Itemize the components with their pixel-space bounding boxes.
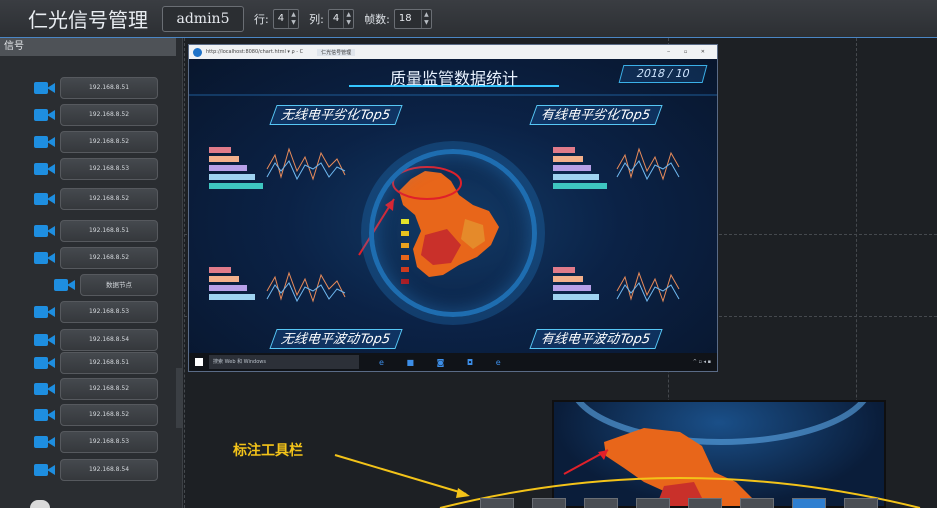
rows-label: 行: [254,12,269,26]
signal-item-label: 192.168.8.51 [60,77,158,99]
camera-icon [34,462,56,478]
logo-icon [30,500,50,508]
cols-label: 列: [309,12,324,26]
signal-item[interactable]: 数据节点 [54,274,158,296]
toolbar-button[interactable] [480,498,514,508]
section-title-top-right: 有线电平劣化Top5 [529,105,663,125]
signal-window-map-zoom[interactable] [552,400,886,508]
camera-icon [34,304,56,320]
camera-icon [34,381,56,397]
annotation-toolbar-label: 标注工具栏 [233,443,303,459]
grid-line [184,38,185,508]
app-title: 仁光信号管理 [28,8,148,32]
windows-start-icon [195,358,203,366]
app-header: 仁光信号管理 admin5 行: 4 ▲ ▼ 列: 4 ▲ ▼ 帧数: 18 ▲ ▼ [0,0,937,38]
signal-item[interactable]: 192.168.8.51 [34,352,158,374]
signal-item[interactable]: 192.168.8.54 [34,459,158,481]
signal-window-dashboard[interactable]: http://localhost:8080/chart.html ▾ ρ - C… [188,44,718,372]
taskbar-apps-icon: e ■ ◙ ◘ e [379,357,511,367]
bar-chart-right-bottom [553,267,680,303]
signal-item-label: 192.168.8.51 [60,352,158,374]
bar-chart-right-top [553,147,680,189]
signal-item[interactable]: 192.168.8.52 [34,131,158,153]
user-name[interactable]: admin5 [162,5,244,32]
signal-item[interactable]: 192.168.8.54 [34,329,158,351]
camera-icon [54,277,76,293]
section-title-top-left: 无线电平劣化Top5 [269,105,403,125]
section-title-bottom-left: 无线电平波动Top5 [269,329,403,349]
signal-item-label: 192.168.8.52 [60,247,158,269]
dashboard-title: 质量监管数据统计 [349,65,559,88]
signal-item-label: 192.168.8.52 [60,104,158,126]
annotation-toolbar [470,498,937,508]
signal-item-label: 192.168.8.52 [60,404,158,426]
toolbar-button[interactable] [532,498,566,508]
signal-item[interactable]: 192.168.8.51 [34,220,158,242]
camera-icon [34,191,56,207]
spinner-arrows-icon[interactable]: ▲ ▼ [288,9,298,28]
frames-label: 帧数: [364,12,390,26]
camera-icon [34,355,56,371]
browser-bar: http://localhost:8080/chart.html ▾ ρ - C… [189,45,717,59]
signal-item[interactable]: 192.168.8.52 [34,378,158,400]
camera-icon [34,107,56,123]
windows-taskbar: 搜索 Web 和 Windows e ■ ◙ ◘ e ^ ▫ ◂ ▪ [189,353,717,371]
toolbar-button[interactable] [688,498,722,508]
signal-item[interactable]: 192.168.8.53 [34,301,158,323]
section-title-bottom-right: 有线电平波动Top5 [529,329,663,349]
dashboard-screen: 质量监管数据统计 2018 / 10 无线电平劣化Top5 有线电平劣化Top5… [189,59,717,355]
signal-item[interactable]: 192.168.8.53 [34,431,158,453]
signal-item[interactable]: 192.168.8.51 [34,77,158,99]
toolbar-button[interactable] [584,498,618,508]
rows-value: 4 [277,13,285,24]
signal-item[interactable]: 192.168.8.52 [34,404,158,426]
camera-icon [34,223,56,239]
zoomed-map [563,402,867,506]
cols-value: 4 [332,13,340,24]
sidebar-scrollbar[interactable] [176,368,182,428]
signal-item-label: 192.168.8.52 [60,188,158,210]
spinner-arrows-icon[interactable]: ▲ ▼ [420,9,431,28]
signal-item[interactable]: 192.168.8.52 [34,188,158,210]
spinner-arrows-icon[interactable]: ▲ ▼ [343,9,353,28]
signal-item-label: 数据节点 [80,274,158,296]
camera-icon [34,434,56,450]
camera-icon [34,161,56,177]
toolbar-button[interactable] [844,498,878,508]
signal-item-label: 192.168.8.52 [60,378,158,400]
frames-spinner[interactable]: 18 ▲ ▼ [393,8,432,29]
signal-item-label: 192.168.8.51 [60,220,158,242]
signal-item-label: 192.168.8.53 [60,301,158,323]
bar-chart-left-top [209,147,346,189]
center-ring [369,149,537,317]
browser-icon [193,47,202,57]
taskbar-search: 搜索 Web 和 Windows [209,355,359,369]
camera-icon [34,250,56,266]
signal-item-label: 192.168.8.54 [60,459,158,481]
cols-spinner[interactable]: 4 ▲ ▼ [327,8,355,29]
toolbar-button[interactable] [740,498,774,508]
signal-item-label: 192.168.8.53 [60,158,158,180]
signal-item[interactable]: 192.168.8.53 [34,158,158,180]
toolbar-button-active[interactable] [792,498,826,508]
signal-item-label: 192.168.8.52 [60,131,158,153]
window-controls-icon: ‒ ▫ ✕ [667,49,711,55]
signal-item[interactable]: 192.168.8.52 [34,247,158,269]
signal-item[interactable]: 192.168.8.52 [34,104,158,126]
camera-icon [34,332,56,348]
frames-value: 18 [398,13,412,24]
bar-chart-left-bottom [209,267,346,303]
browser-tab: 仁光信号管理 [317,48,356,56]
camera-icon [34,80,56,96]
dashboard-date: 2018 / 10 [618,65,708,83]
address-bar: http://localhost:8080/chart.html ▾ ρ - C [206,49,304,55]
rows-spinner[interactable]: 4 ▲ ▼ [272,8,300,29]
camera-icon [34,134,56,150]
taskbar-clock: ^ ▫ ◂ ▪ [692,359,711,365]
camera-icon [34,407,56,423]
signal-item-label: 192.168.8.53 [60,431,158,453]
toolbar-button[interactable] [636,498,670,508]
signal-item-label: 192.168.8.54 [60,329,158,351]
sidebar-header: 信号 [0,38,176,56]
